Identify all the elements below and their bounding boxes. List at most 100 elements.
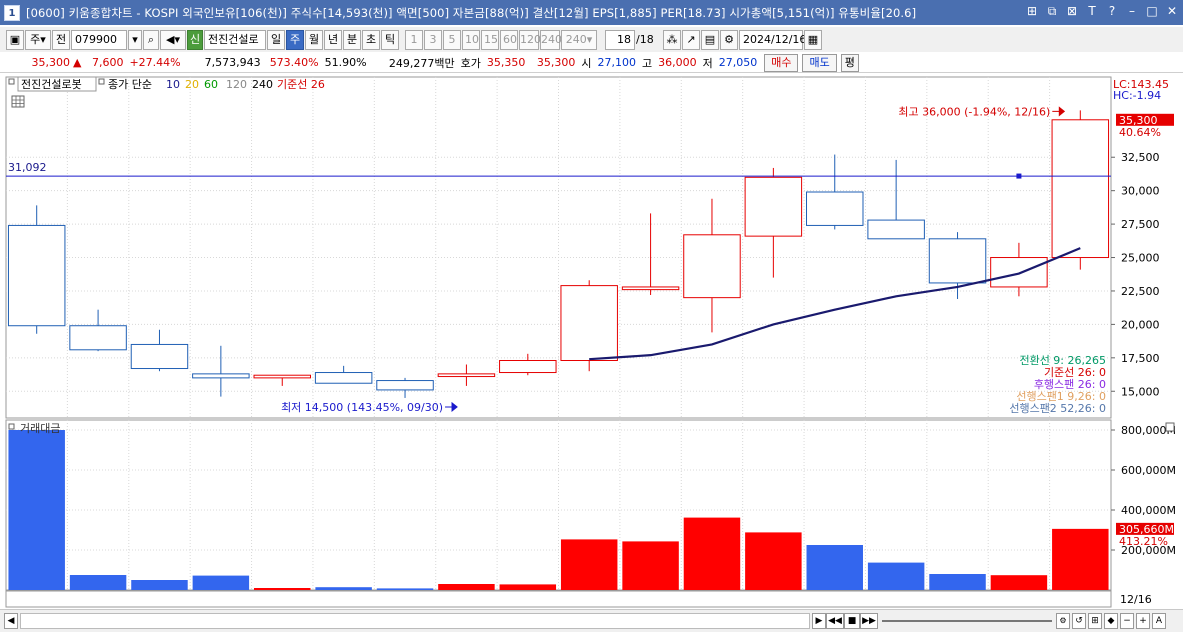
legend-ma-10[interactable]: 10 <box>166 78 180 91</box>
candle-body <box>192 373 250 379</box>
price-tick-label: 25,000 <box>1121 252 1160 265</box>
font-size-icon[interactable]: A <box>1152 613 1166 629</box>
interval-60[interactable]: 60 <box>500 29 518 50</box>
volume-bar <box>622 541 679 590</box>
price-tick-label: 30,000 <box>1121 185 1160 198</box>
current-price: 35,300 <box>31 56 71 69</box>
maximize-icon[interactable]: □ <box>1145 3 1159 19</box>
quote-bar: 35,300 ▲ 7,600 +27.44% 7,573,943 573.40%… <box>0 53 1183 73</box>
sell-button[interactable]: 매도 <box>802 53 837 72</box>
tab-month[interactable]: 월 <box>305 29 323 50</box>
candle-body <box>806 191 864 226</box>
volume-bar <box>499 584 557 590</box>
volume-bar <box>131 580 188 590</box>
tab-tick[interactable]: 틱 <box>381 29 399 50</box>
zoom-slider-track[interactable] <box>882 620 1052 622</box>
chart-area[interactable]: 31,092 15,000 17,500 20,000 22,500 25,000 27,… <box>0 74 1183 609</box>
pin-icon[interactable]: ⊠ <box>1065 3 1079 19</box>
sound-icon[interactable]: ◀▾ <box>160 29 186 50</box>
horizontal-line-marker[interactable] <box>1016 173 1022 179</box>
legend-ma-60[interactable]: 60 <box>204 78 218 91</box>
scrollbar-track[interactable] <box>20 613 810 629</box>
draw-tool-icon[interactable]: ↗ <box>682 29 700 50</box>
legend-base-line[interactable]: 기준선 26 <box>277 78 325 91</box>
legend-ma-120[interactable]: 120 <box>226 78 247 91</box>
help-icon[interactable]: ? <box>1105 3 1119 19</box>
zoom-out-icon[interactable]: − <box>1120 613 1134 629</box>
candle-body <box>867 219 925 240</box>
shin-badge[interactable]: 신 <box>187 29 203 50</box>
table-toggle-icon[interactable] <box>11 95 25 108</box>
link-icon[interactable]: ⊞ <box>1025 3 1039 19</box>
scroll-left-icon[interactable]: ◀ <box>4 613 18 629</box>
window-number[interactable]: 1 <box>4 4 20 21</box>
legend-ma-240[interactable]: 240 <box>252 78 273 91</box>
eval-button[interactable]: 평 <box>840 53 859 72</box>
interval-5[interactable]: 5 <box>443 29 461 50</box>
candle-body <box>437 373 496 378</box>
trade-amount: 249,277백만 <box>388 56 455 70</box>
restore-view-icon[interactable]: ↺ <box>1072 613 1086 629</box>
close-icon[interactable]: ✕ <box>1165 3 1179 19</box>
volume-ratio: 573.40% <box>269 56 319 69</box>
candle-body <box>314 372 373 384</box>
bottom-control-bar: ◀ ▶ ◀◀ ■ ▶▶ ⚙ ↺ ⊞ ◆ − + A <box>0 609 1183 632</box>
volume-tick-label: 600,000M <box>1121 464 1176 477</box>
interval-240[interactable]: 240 <box>540 29 562 50</box>
save-icon[interactable]: ▤ <box>701 29 719 50</box>
buy-button[interactable]: 매수 <box>764 53 799 72</box>
tab-minute[interactable]: 분 <box>343 29 361 50</box>
calendar-icon[interactable]: ▦ <box>804 29 822 50</box>
last-date-label: 12/16 <box>1120 593 1152 606</box>
interval-1[interactable]: 1 <box>405 29 423 50</box>
legend-stock-name: 전진건설로봇 <box>21 78 82 91</box>
candle-body <box>928 238 987 284</box>
candle-body <box>69 325 127 351</box>
max-price-annotation: 최고 36,000 (-1.94%, 12/16) <box>898 105 1050 118</box>
tab-second[interactable]: 초 <box>362 29 380 50</box>
scroll-right-icon[interactable]: ▶ <box>812 613 826 629</box>
candle-body <box>744 176 803 237</box>
restore-icon[interactable]: ⧉ <box>1045 3 1059 19</box>
settings-icon[interactable]: ⚙ <box>1056 613 1070 629</box>
mode-select[interactable]: 주▾ <box>25 29 51 50</box>
code-dropdown-icon[interactable]: ▾ <box>128 29 142 50</box>
candle-body <box>990 257 1048 288</box>
stop-icon[interactable]: ■ <box>844 613 860 629</box>
interval-15[interactable]: 15 <box>481 29 499 50</box>
price-change-pct: +27.44% <box>129 56 181 69</box>
zoom-in-icon[interactable]: + <box>1136 613 1150 629</box>
tab-day[interactable]: 일 <box>267 29 285 50</box>
interval-select-value: 240 <box>565 32 587 46</box>
search-icon[interactable]: ⌕ <box>143 29 159 50</box>
grid-view-icon[interactable]: ⊞ <box>1088 613 1102 629</box>
volume-panel-menu-icon[interactable] <box>1165 422 1175 432</box>
open-label: 시 <box>581 56 592 70</box>
forward-icon[interactable]: ▶▶ <box>860 613 878 629</box>
grid-tool-icon[interactable]: ⁂ <box>663 29 681 50</box>
font-icon[interactable]: T <box>1085 3 1099 19</box>
stock-code-input[interactable]: 079900 <box>71 29 127 50</box>
mode-label: 주 <box>30 32 41 46</box>
gear-icon[interactable]: ⚙ <box>720 29 738 50</box>
tab-week[interactable]: 주 <box>286 29 304 50</box>
rewind-icon[interactable]: ◀◀ <box>826 613 844 629</box>
tab-year[interactable]: 년 <box>324 29 342 50</box>
layout-icon[interactable]: ▣ <box>6 29 24 50</box>
prev-button[interactable]: 전 <box>52 29 70 50</box>
marker-icon[interactable]: ◆ <box>1104 613 1118 629</box>
legend-ma-20[interactable]: 20 <box>185 78 199 91</box>
count-input[interactable]: 18 <box>605 29 635 50</box>
volume-bar <box>8 430 65 590</box>
volume-bar <box>192 575 250 590</box>
interval-select[interactable]: 240▾ <box>561 29 597 50</box>
interval-10[interactable]: 10 <box>462 29 480 50</box>
minimize-icon[interactable]: – <box>1125 3 1139 19</box>
up-arrow-icon: ▲ <box>73 56 82 69</box>
trade-volume: 7,573,943 <box>204 56 261 69</box>
candle-body <box>499 359 557 374</box>
interval-3[interactable]: 3 <box>424 29 442 50</box>
interval-120[interactable]: 120 <box>519 29 541 50</box>
price-axis: 15,000 17,500 20,000 22,500 25,000 27,500 30,0… <box>1111 151 1160 398</box>
date-input[interactable]: 2024/12/16 <box>739 29 806 50</box>
